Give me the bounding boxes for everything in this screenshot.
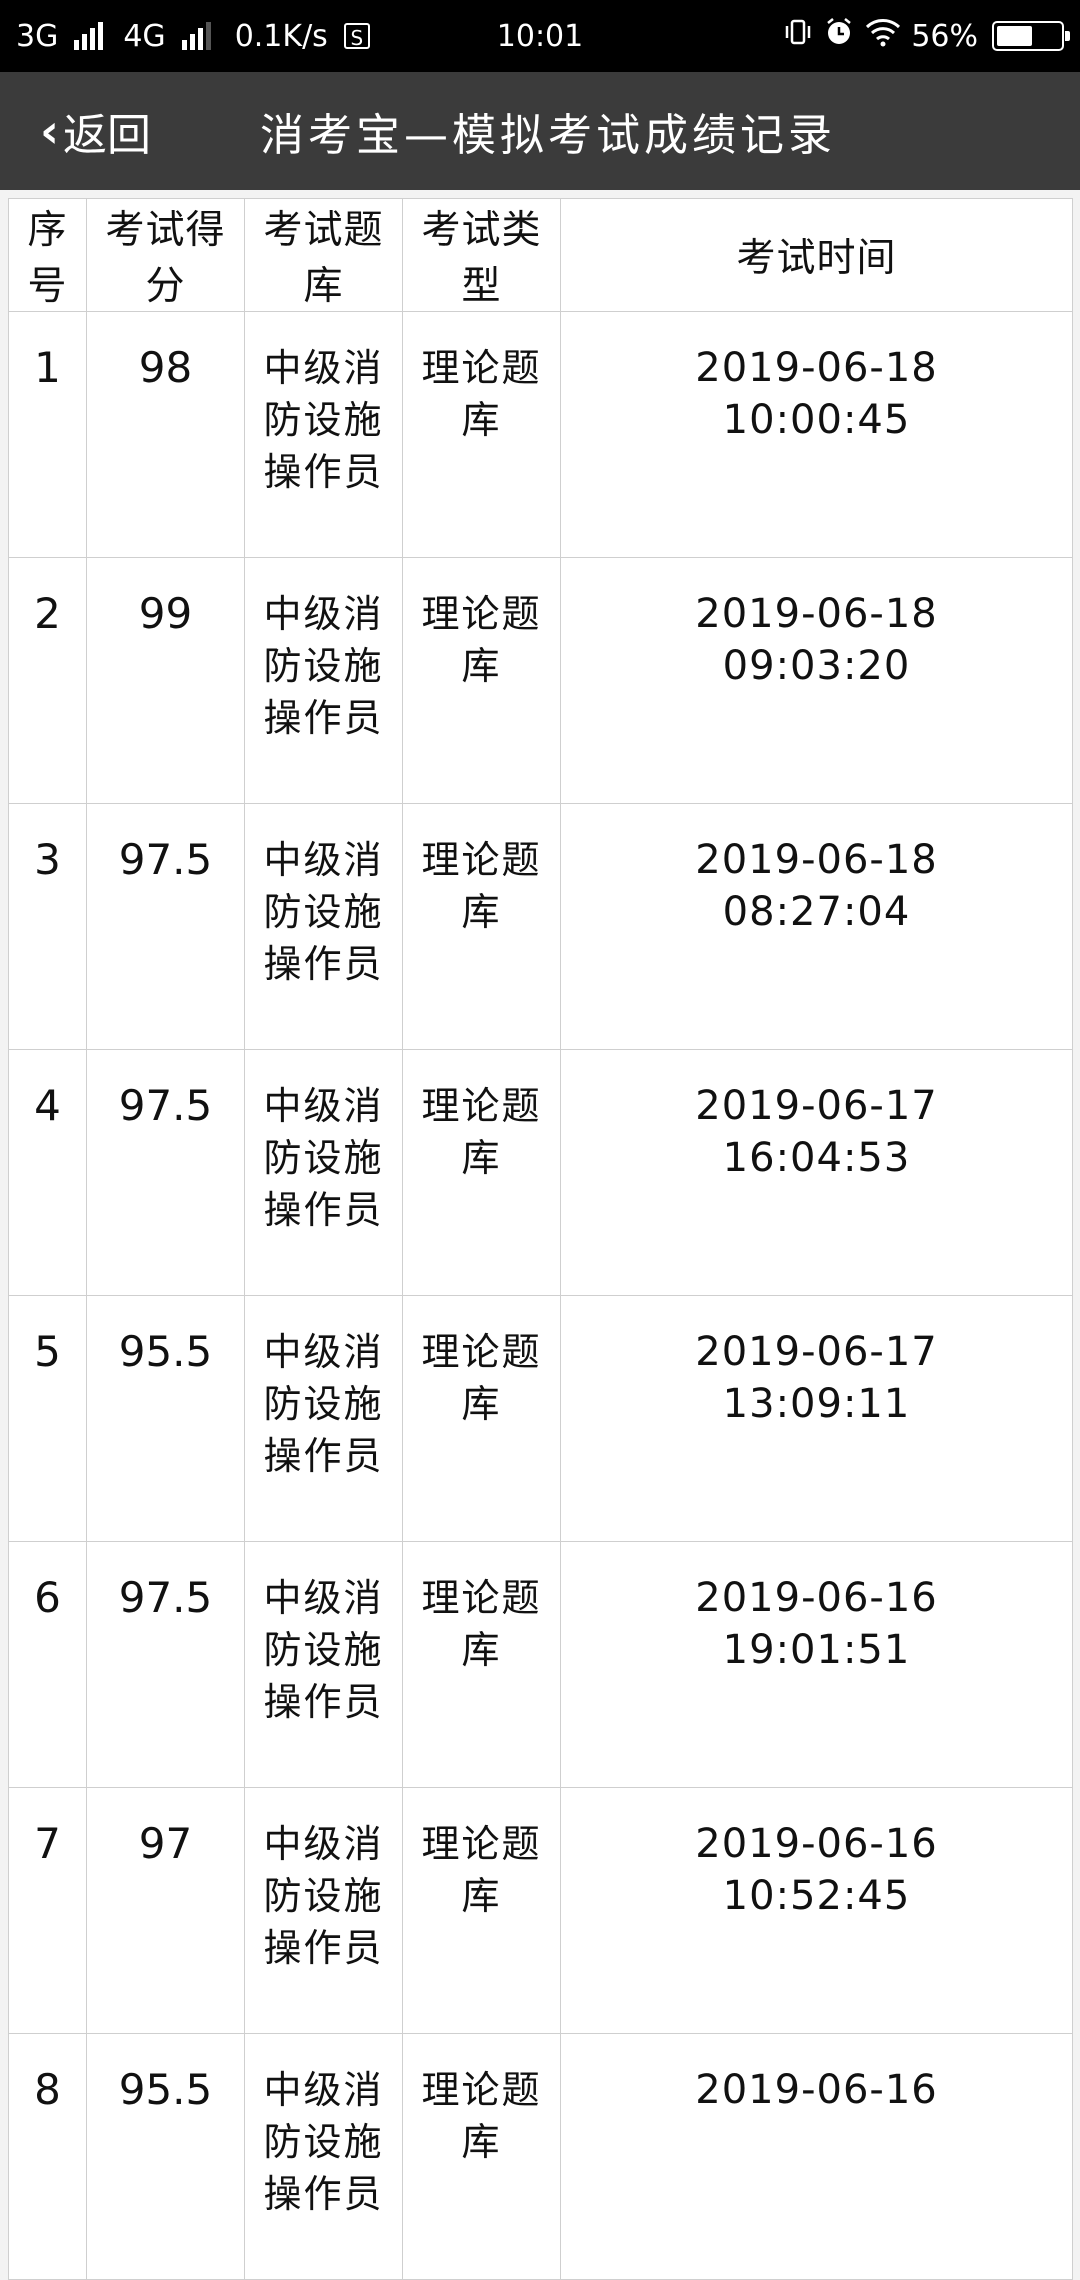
cell-date-text: 2019-06-18 <box>695 345 938 391</box>
cell-bank: 中级消防设施操作员 <box>244 311 403 558</box>
cell-no: 6 <box>8 1541 87 1788</box>
cell-time: 2019-06-16 <box>560 2033 1073 2280</box>
back-label: 返回 <box>62 110 151 161</box>
status-left: 3G 4G 0.1K/s S <box>16 19 370 54</box>
table-row: 2 99 中级消防设施操作员 理论题库 2019-06-18 09:03:20 <box>8 557 1073 804</box>
cell-time-text: 13:09:11 <box>722 1381 911 1427</box>
cell-date-text: 2019-06-16 <box>695 2067 938 2113</box>
network-4g-label: 4G <box>123 18 166 54</box>
cell-score: 97.5 <box>86 1049 245 1296</box>
cell-time-text: 10:00:45 <box>722 397 911 443</box>
cell-no: 3 <box>8 803 87 1050</box>
records-table: 序号 考试得分 考试题库 考试类型 考试时间 1 98 中级消防设施操作员 理论… <box>8 198 1073 2280</box>
cell-no: 4 <box>8 1049 87 1296</box>
cell-time: 2019-06-18 09:03:20 <box>560 557 1073 804</box>
cell-date-text: 2019-06-18 <box>695 837 938 883</box>
header-score: 考试得分 <box>86 198 245 312</box>
cell-time: 2019-06-16 10:52:45 <box>560 1787 1073 2034</box>
cell-bank: 中级消防设施操作员 <box>244 1049 403 1296</box>
back-button[interactable]: ‹ 返回 <box>40 72 151 190</box>
status-clock: 10:01 <box>496 18 584 54</box>
cell-score: 97 <box>86 1787 245 2034</box>
network-3g-label: 3G <box>16 18 59 54</box>
table-row: 6 97.5 中级消防设施操作员 理论题库 2019-06-16 19:01:51 <box>8 1541 1073 1788</box>
header-time: 考试时间 <box>560 198 1073 312</box>
battery-fill <box>997 26 1032 46</box>
alarm-icon <box>823 16 855 56</box>
cell-date-text: 2019-06-16 <box>695 1821 938 1867</box>
table-row: 1 98 中级消防设施操作员 理论题库 2019-06-18 10:00:45 <box>8 311 1073 558</box>
table-row: 5 95.5 中级消防设施操作员 理论题库 2019-06-17 13:09:11 <box>8 1295 1073 1542</box>
cell-date-text: 2019-06-18 <box>695 591 938 637</box>
cell-type: 理论题库 <box>402 311 561 558</box>
s-badge-icon: S <box>343 23 370 50</box>
cell-score: 97.5 <box>86 803 245 1050</box>
table-header-row: 序号 考试得分 考试题库 考试类型 考试时间 <box>8 198 1073 312</box>
cell-type: 理论题库 <box>402 1295 561 1542</box>
cell-type: 理论题库 <box>402 803 561 1050</box>
cell-no: 1 <box>8 311 87 558</box>
cell-type: 理论题库 <box>402 557 561 804</box>
cell-date-text: 2019-06-17 <box>695 1329 938 1375</box>
cell-time-text: 16:04:53 <box>722 1135 911 1181</box>
cell-no: 2 <box>8 557 87 804</box>
cell-time-text: 08:27:04 <box>722 889 911 935</box>
cell-no: 8 <box>8 2033 87 2280</box>
cell-time: 2019-06-16 19:01:51 <box>560 1541 1073 1788</box>
cell-time-text: 19:01:51 <box>722 1627 911 1673</box>
cell-time: 2019-06-18 10:00:45 <box>560 311 1073 558</box>
signal-3g-icon <box>74 22 104 50</box>
header-type: 考试类型 <box>402 198 561 312</box>
cell-bank: 中级消防设施操作员 <box>244 803 403 1050</box>
cell-no: 7 <box>8 1787 87 2034</box>
network-speed: 0.1K/s <box>234 18 328 54</box>
vibrate-icon <box>783 17 813 55</box>
cell-score: 95.5 <box>86 2033 245 2280</box>
table-row: 3 97.5 中级消防设施操作员 理论题库 2019-06-18 08:27:04 <box>8 803 1073 1050</box>
signal-4g-icon <box>181 22 211 50</box>
cell-date-text: 2019-06-16 <box>695 1575 938 1621</box>
cell-time-text: 09:03:20 <box>722 643 911 689</box>
battery-icon <box>992 21 1070 51</box>
cell-score: 97.5 <box>86 1541 245 1788</box>
cell-no: 5 <box>8 1295 87 1542</box>
cell-type: 理论题库 <box>402 2033 561 2280</box>
cell-bank: 中级消防设施操作员 <box>244 557 403 804</box>
table-row: 8 95.5 中级消防设施操作员 理论题库 2019-06-16 <box>8 2033 1073 2280</box>
cell-type: 理论题库 <box>402 1787 561 2034</box>
table-row: 4 97.5 中级消防设施操作员 理论题库 2019-06-17 16:04:53 <box>8 1049 1073 1296</box>
chevron-left-icon: ‹ <box>40 104 59 158</box>
cell-time: 2019-06-17 13:09:11 <box>560 1295 1073 1542</box>
records-table-wrap[interactable]: 序号 考试得分 考试题库 考试类型 考试时间 1 98 中级消防设施操作员 理论… <box>8 198 1073 2280</box>
cell-score: 98 <box>86 311 245 558</box>
page-title: 消考宝—模拟考试成绩记录 <box>260 110 836 161</box>
header-bank: 考试题库 <box>244 198 403 312</box>
cell-time-text: 10:52:45 <box>722 1873 911 1919</box>
status-right: 56% <box>783 16 1070 56</box>
cell-date-text: 2019-06-17 <box>695 1083 938 1129</box>
header-no: 序号 <box>8 198 87 312</box>
cell-time: 2019-06-18 08:27:04 <box>560 803 1073 1050</box>
cell-bank: 中级消防设施操作员 <box>244 2033 403 2280</box>
status-bar: 3G 4G 0.1K/s S 10:01 56% <box>0 0 1080 72</box>
wifi-icon <box>865 17 901 55</box>
cell-score: 95.5 <box>86 1295 245 1542</box>
cell-bank: 中级消防设施操作员 <box>244 1787 403 2034</box>
nav-bar: ‹ 返回 消考宝—模拟考试成绩记录 <box>0 72 1080 190</box>
cell-time: 2019-06-17 16:04:53 <box>560 1049 1073 1296</box>
battery-percent: 56% <box>911 18 978 54</box>
cell-score: 99 <box>86 557 245 804</box>
cell-bank: 中级消防设施操作员 <box>244 1295 403 1542</box>
cell-bank: 中级消防设施操作员 <box>244 1541 403 1788</box>
table-row: 7 97 中级消防设施操作员 理论题库 2019-06-16 10:52:45 <box>8 1787 1073 2034</box>
cell-type: 理论题库 <box>402 1049 561 1296</box>
cell-type: 理论题库 <box>402 1541 561 1788</box>
